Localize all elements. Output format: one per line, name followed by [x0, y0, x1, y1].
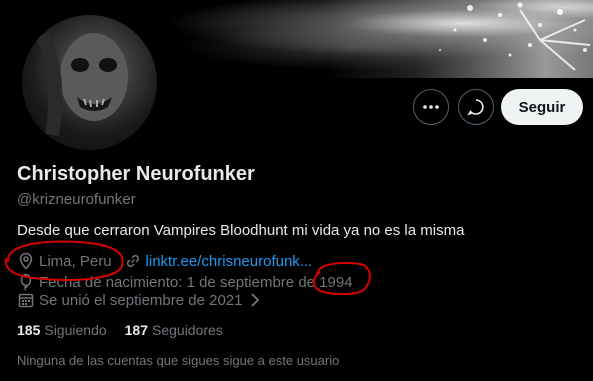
followers-you-know-note: Ninguna de las cuentas que sigues sigue …: [17, 353, 340, 368]
followers-label: Seguidores: [152, 322, 223, 338]
following-count: 185: [17, 322, 41, 338]
following-stat[interactable]: 185 Siguiendo: [17, 322, 107, 338]
profile-avatar[interactable]: [18, 11, 161, 154]
calendar-icon: [17, 291, 35, 309]
message-button[interactable]: [458, 89, 494, 125]
birthdate-row: Fecha de nacimiento: 1 de septiembre de …: [17, 273, 353, 291]
location-text: Lima, Peru: [39, 252, 112, 270]
more-icon: [423, 105, 439, 109]
profile-name: Christopher Neurofunker: [17, 163, 255, 185]
followers-count: 187: [124, 322, 148, 338]
more-options-button[interactable]: [413, 89, 449, 125]
message-icon: [467, 99, 484, 116]
chevron-right-icon: [246, 291, 264, 309]
balloon-icon: [17, 273, 35, 291]
joined-row[interactable]: Se unió el septiembre de 2021: [17, 291, 268, 309]
profile-bio: Desde que cerraron Vampires Bloodhunt mi…: [17, 222, 465, 239]
link-icon: [124, 252, 142, 270]
followers-stat[interactable]: 187 Seguidores: [125, 322, 223, 338]
location-icon: [17, 252, 35, 270]
profile-handle: @krizneurofunker: [17, 191, 136, 208]
follow-button[interactable]: Seguir: [501, 89, 583, 125]
joined-text: Se unió el septiembre de 2021: [39, 291, 243, 309]
following-label: Siguiendo: [44, 322, 107, 338]
profile-link[interactable]: linktr.ee/chrisneurofunk...: [146, 253, 313, 270]
profile-stats: 185 Siguiendo 187 Seguidores: [17, 322, 241, 338]
zombie-portrait-image: [35, 31, 128, 137]
profile-meta-row: Lima, Peru linktr.ee/chrisneurofunk...: [17, 252, 312, 270]
birthdate-text: Fecha de nacimiento: 1 de septiembre de …: [39, 273, 353, 291]
